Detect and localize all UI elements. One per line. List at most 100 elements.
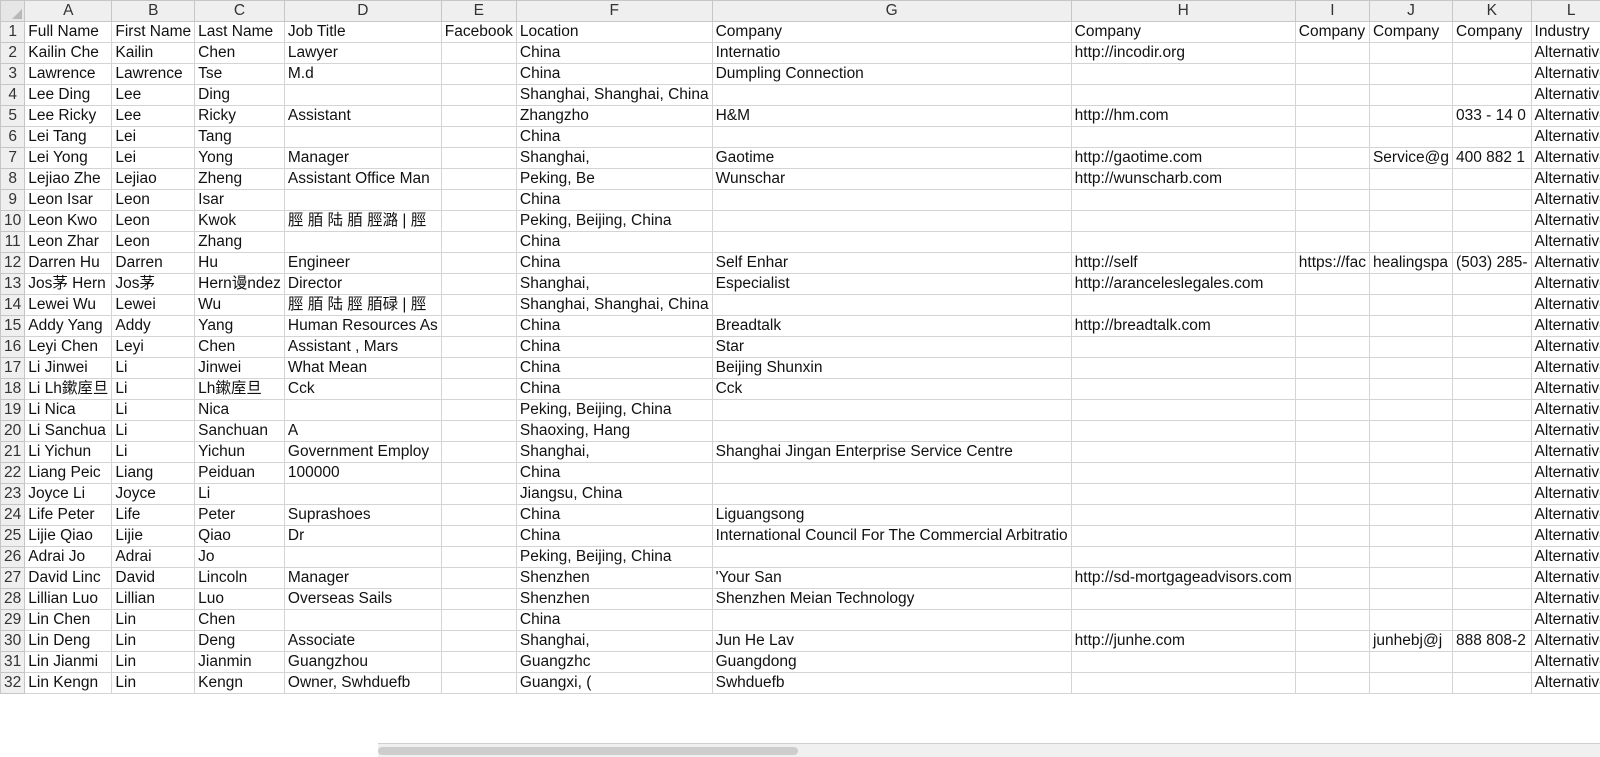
- cell-c28[interactable]: Luo: [194, 588, 285, 610]
- cell-g15[interactable]: Breadtalk: [711, 315, 1072, 337]
- cell-b9[interactable]: Leon: [111, 189, 196, 211]
- cell-k18[interactable]: [1452, 378, 1532, 400]
- cell-b4[interactable]: Lee: [111, 84, 196, 106]
- cell-i1[interactable]: Company: [1294, 21, 1370, 43]
- cell-h14[interactable]: [1070, 294, 1296, 316]
- cell-j32[interactable]: [1368, 672, 1454, 694]
- cell-j21[interactable]: [1368, 441, 1454, 463]
- cell-g5[interactable]: H&M: [711, 105, 1072, 127]
- cell-i23[interactable]: [1294, 483, 1370, 505]
- cell-b23[interactable]: Joyce: [111, 483, 196, 505]
- cell-g31[interactable]: Guangdong: [711, 651, 1072, 673]
- cell-b27[interactable]: David: [111, 567, 196, 589]
- cell-f26[interactable]: Peking, Beijing, China: [515, 546, 713, 568]
- cell-a16[interactable]: Leyi Chen: [24, 336, 113, 358]
- cell-k7[interactable]: 400 882 1: [1452, 147, 1532, 169]
- cell-g28[interactable]: Shenzhen Meian Technology: [711, 588, 1072, 610]
- cell-i21[interactable]: [1294, 441, 1370, 463]
- cell-h21[interactable]: [1070, 441, 1296, 463]
- cell-d23[interactable]: [283, 483, 442, 505]
- cell-e6[interactable]: [440, 126, 517, 148]
- cell-a29[interactable]: Lin Chen: [24, 609, 113, 631]
- cell-j18[interactable]: [1368, 378, 1454, 400]
- cell-l10[interactable]: Alternative: [1530, 210, 1600, 232]
- cell-j14[interactable]: [1368, 294, 1454, 316]
- cell-f4[interactable]: Shanghai, Shanghai, China: [515, 84, 713, 106]
- cell-i13[interactable]: [1294, 273, 1370, 295]
- cell-k3[interactable]: [1452, 63, 1532, 85]
- row-header[interactable]: 25: [0, 525, 26, 547]
- cell-d17[interactable]: What Mean: [283, 357, 442, 379]
- cell-g12[interactable]: Self Enhar: [711, 252, 1072, 274]
- cell-d4[interactable]: [283, 84, 442, 106]
- cell-j28[interactable]: [1368, 588, 1454, 610]
- cell-e14[interactable]: [440, 294, 517, 316]
- cell-g11[interactable]: [711, 231, 1072, 253]
- cell-k22[interactable]: [1452, 462, 1532, 484]
- cell-g23[interactable]: [711, 483, 1072, 505]
- cell-f9[interactable]: China: [515, 189, 713, 211]
- cell-a17[interactable]: Li Jinwei: [24, 357, 113, 379]
- cell-a27[interactable]: David Linc: [24, 567, 113, 589]
- cell-h30[interactable]: http://junhe.com: [1070, 630, 1296, 652]
- cell-d13[interactable]: Director: [283, 273, 442, 295]
- row-header[interactable]: 4: [0, 84, 26, 106]
- cell-f29[interactable]: China: [515, 609, 713, 631]
- cell-d26[interactable]: [283, 546, 442, 568]
- cell-d18[interactable]: Cck: [283, 378, 442, 400]
- cell-f13[interactable]: Shanghai,: [515, 273, 713, 295]
- cell-i25[interactable]: [1294, 525, 1370, 547]
- cell-c3[interactable]: Tse: [194, 63, 285, 85]
- cell-c5[interactable]: Ricky: [194, 105, 285, 127]
- cell-b6[interactable]: Lei: [111, 126, 196, 148]
- cell-f7[interactable]: Shanghai,: [515, 147, 713, 169]
- cell-j7[interactable]: Service@g: [1368, 147, 1454, 169]
- row-header[interactable]: 18: [0, 378, 26, 400]
- cell-l23[interactable]: Alternative: [1530, 483, 1600, 505]
- cell-k10[interactable]: [1452, 210, 1532, 232]
- row-header[interactable]: 3: [0, 63, 26, 85]
- cell-j11[interactable]: [1368, 231, 1454, 253]
- cell-b29[interactable]: Lin: [111, 609, 196, 631]
- column-header-i[interactable]: I: [1294, 0, 1370, 22]
- cell-c29[interactable]: Chen: [194, 609, 285, 631]
- cell-j25[interactable]: [1368, 525, 1454, 547]
- cell-l24[interactable]: Alternative: [1530, 504, 1600, 526]
- column-header-e[interactable]: E: [440, 0, 517, 22]
- cell-j31[interactable]: [1368, 651, 1454, 673]
- cell-f6[interactable]: China: [515, 126, 713, 148]
- row-header[interactable]: 17: [0, 357, 26, 379]
- row-header[interactable]: 15: [0, 315, 26, 337]
- cell-d15[interactable]: Human Resources As: [283, 315, 442, 337]
- cell-d19[interactable]: [283, 399, 442, 421]
- cell-j29[interactable]: [1368, 609, 1454, 631]
- cell-a24[interactable]: Life Peter: [24, 504, 113, 526]
- cell-a15[interactable]: Addy Yang: [24, 315, 113, 337]
- cell-b21[interactable]: Li: [111, 441, 196, 463]
- cell-e11[interactable]: [440, 231, 517, 253]
- cell-c2[interactable]: Chen: [194, 42, 285, 64]
- cell-l29[interactable]: Alternative: [1530, 609, 1600, 631]
- cell-l32[interactable]: Alternative: [1530, 672, 1600, 694]
- cell-l12[interactable]: Alternative: [1530, 252, 1600, 274]
- row-header[interactable]: 9: [0, 189, 26, 211]
- cell-h7[interactable]: http://gaotime.com: [1070, 147, 1296, 169]
- row-header[interactable]: 7: [0, 147, 26, 169]
- cell-f2[interactable]: China: [515, 42, 713, 64]
- cell-d30[interactable]: Associate: [283, 630, 442, 652]
- cell-k14[interactable]: [1452, 294, 1532, 316]
- cell-a6[interactable]: Lei Tang: [24, 126, 113, 148]
- row-header[interactable]: 24: [0, 504, 26, 526]
- cell-l19[interactable]: Alternative: [1530, 399, 1600, 421]
- cell-g3[interactable]: Dumpling Connection: [711, 63, 1072, 85]
- cell-l30[interactable]: Alternative: [1530, 630, 1600, 652]
- cell-c8[interactable]: Zheng: [194, 168, 285, 190]
- cell-a19[interactable]: Li Nica: [24, 399, 113, 421]
- cell-h17[interactable]: [1070, 357, 1296, 379]
- cell-b13[interactable]: Jos茅: [111, 273, 196, 295]
- cell-i30[interactable]: [1294, 630, 1370, 652]
- cell-e17[interactable]: [440, 357, 517, 379]
- cell-h6[interactable]: [1070, 126, 1296, 148]
- cell-a31[interactable]: Lin Jianmi: [24, 651, 113, 673]
- cell-b11[interactable]: Leon: [111, 231, 196, 253]
